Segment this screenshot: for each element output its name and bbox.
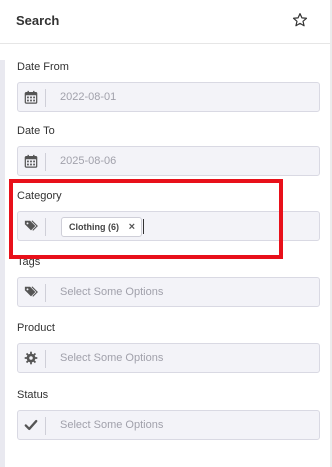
calendar-icon — [24, 90, 38, 104]
calendar-icon — [24, 154, 38, 168]
gear-icon — [24, 351, 38, 365]
date-from-value: 2022-08-01 — [60, 91, 117, 103]
date-to-value: 2025-08-06 — [60, 155, 117, 167]
field-divider — [45, 153, 46, 171]
check-icon — [24, 419, 38, 431]
field-divider — [45, 284, 46, 302]
date-from-label: Date From — [17, 61, 69, 73]
status-label: Status — [17, 389, 49, 401]
field-divider — [45, 417, 46, 435]
search-panel: Search Date From 2022-08-01 Date To 2025… — [0, 0, 332, 467]
product-placeholder: Select Some Options — [60, 352, 164, 364]
panel-header: Search — [0, 0, 330, 44]
field-divider — [45, 89, 46, 107]
date-from-field[interactable]: 2022-08-01 — [17, 82, 320, 112]
tags-icon — [24, 286, 38, 297]
date-to-label: Date To — [17, 125, 55, 137]
product-label: Product — [17, 322, 55, 334]
tags-field[interactable]: Select Some Options — [17, 277, 320, 307]
product-field[interactable]: Select Some Options — [17, 343, 320, 373]
status-placeholder: Select Some Options — [60, 419, 164, 431]
field-divider — [45, 350, 46, 368]
date-to-field[interactable]: 2025-08-06 — [17, 146, 320, 176]
tags-placeholder: Select Some Options — [60, 286, 164, 298]
panel-title: Search — [16, 13, 60, 28]
scroll-gutter — [0, 60, 5, 467]
star-icon[interactable] — [292, 12, 308, 28]
category-highlight-box — [9, 179, 283, 259]
status-field[interactable]: Select Some Options — [17, 410, 320, 440]
